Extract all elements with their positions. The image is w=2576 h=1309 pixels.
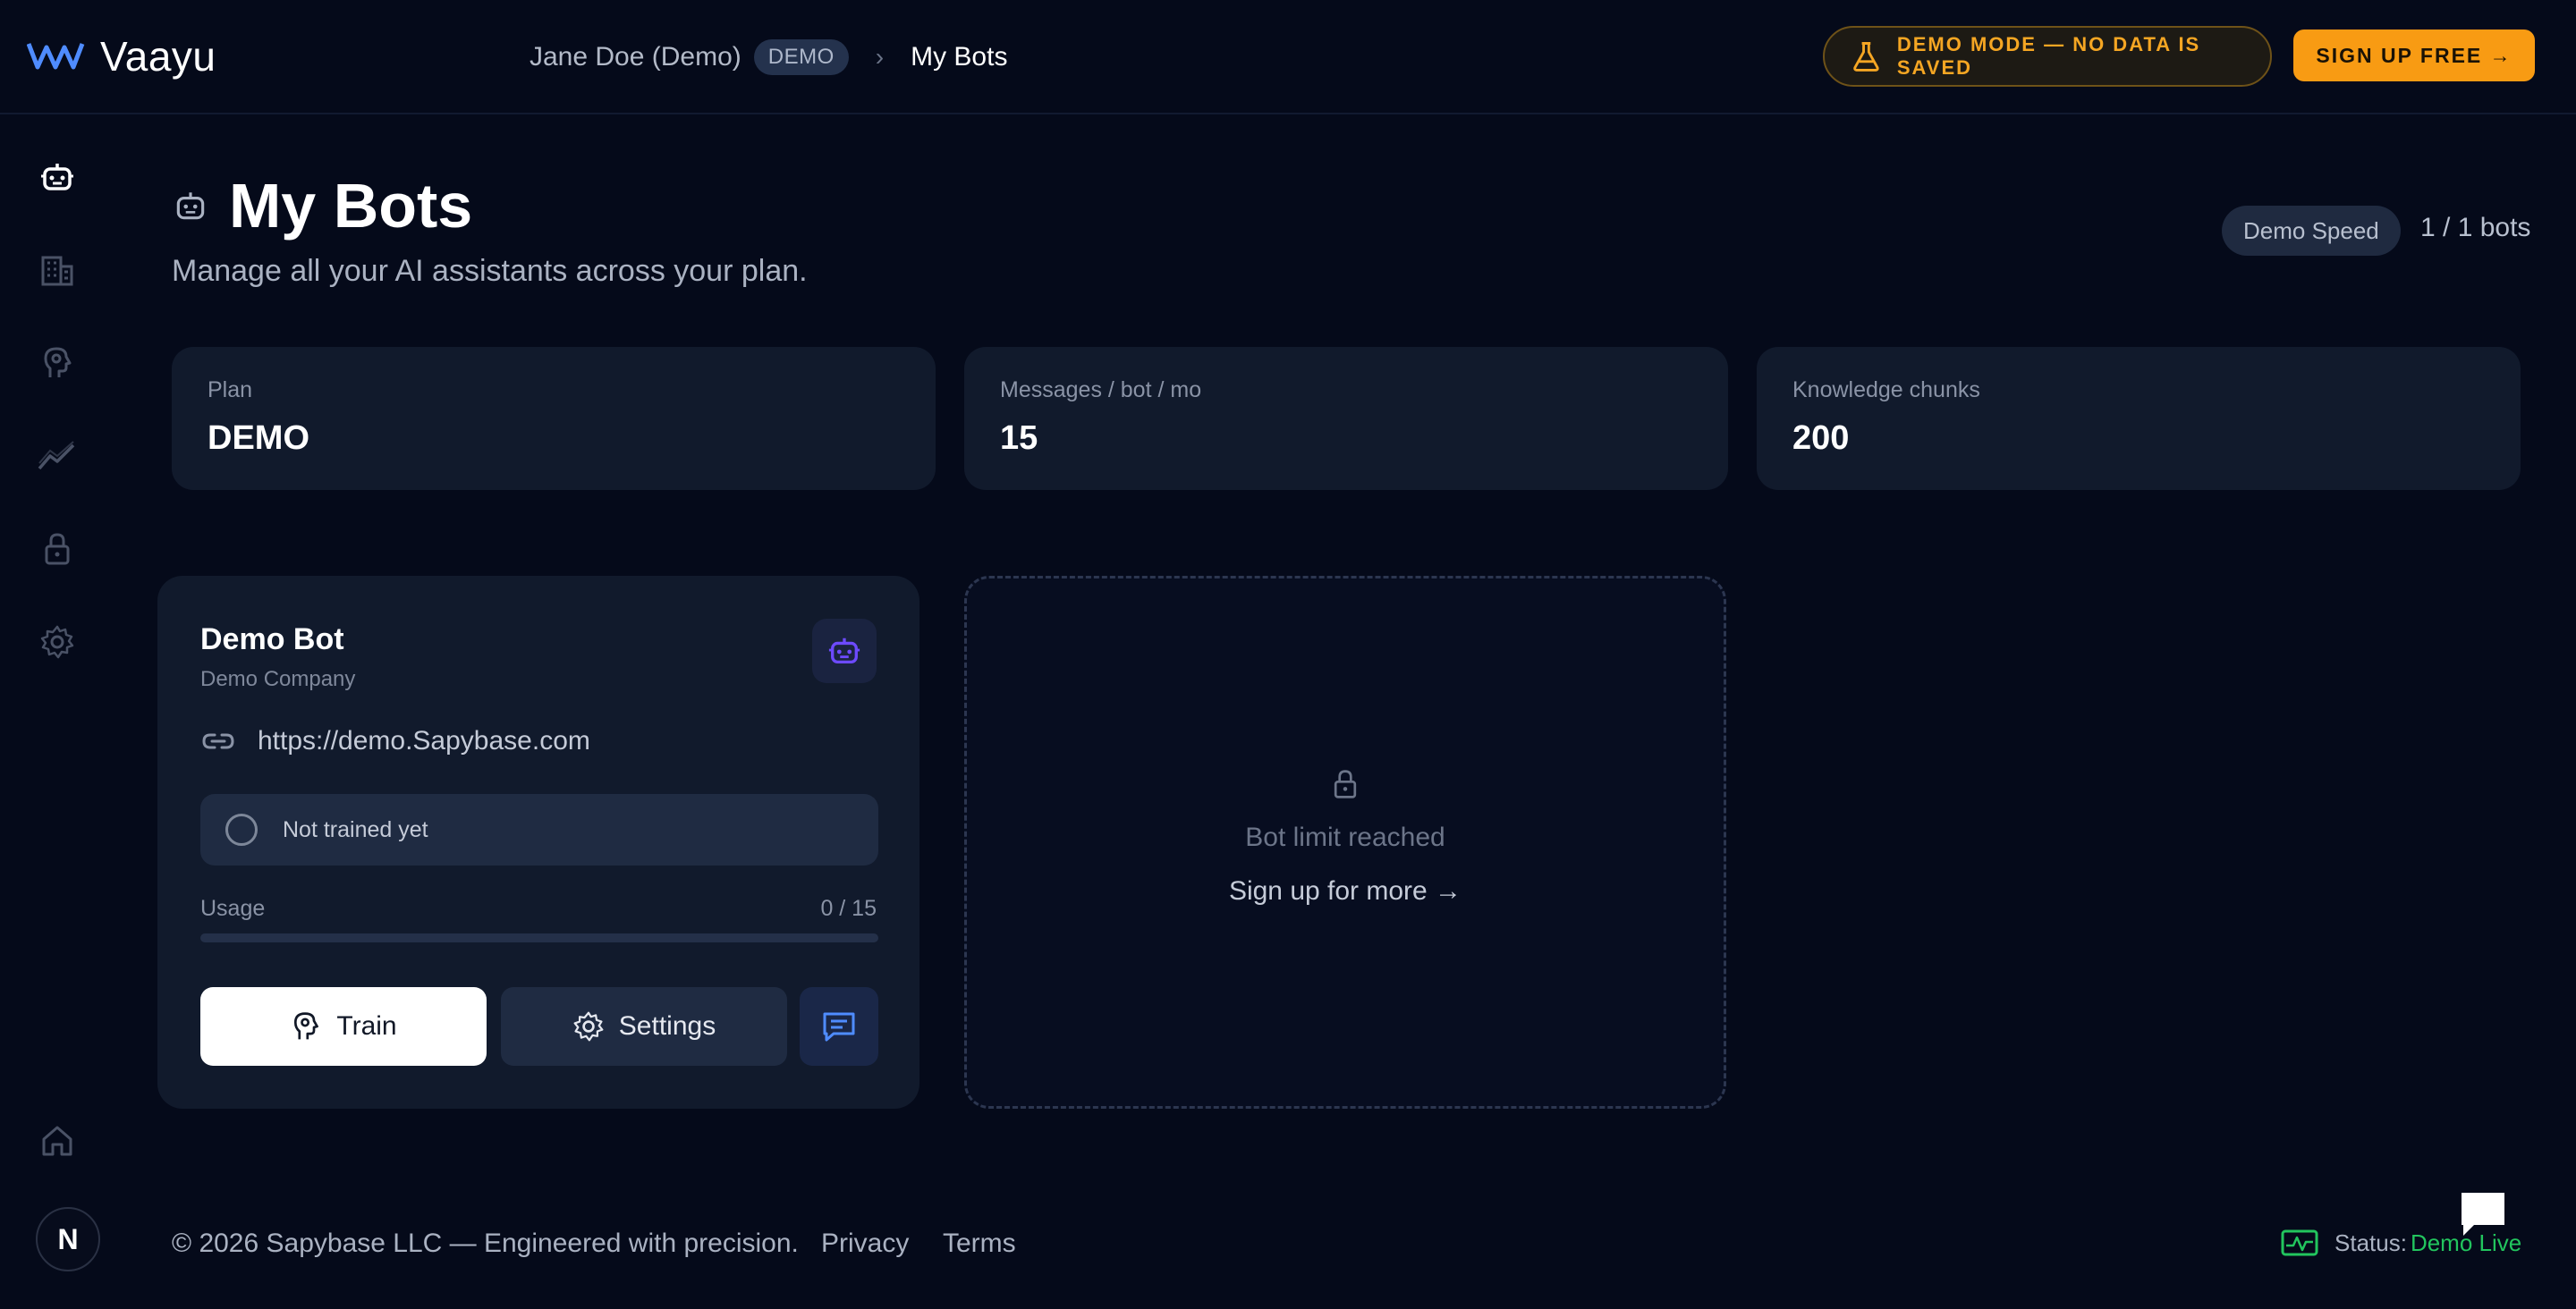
- sidebar-item-bots[interactable]: [36, 156, 79, 198]
- footer-copyright: © 2026 Sapybase LLC — Engineered with pr…: [172, 1229, 799, 1258]
- bot-count: 1 / 1 bots: [2420, 213, 2531, 242]
- bot-url[interactable]: https://demo.Sapybase.com: [258, 726, 590, 756]
- usage-label: Usage: [200, 896, 266, 921]
- train-button-label: Train: [336, 1011, 397, 1041]
- status-circle-icon: [225, 814, 258, 846]
- stat-card-messages: Messages / bot / mo 15: [964, 347, 1728, 490]
- stat-value: 200: [1792, 419, 1850, 457]
- analytics-icon: [38, 441, 75, 470]
- speed-badge: Demo Speed: [2222, 206, 2401, 256]
- usage-value: 0 / 15: [820, 896, 877, 921]
- sidebar: N: [0, 116, 116, 1309]
- bot-company: Demo Company: [200, 667, 356, 691]
- brain-icon: [44, 347, 72, 377]
- vaayu-logo-icon: [27, 43, 85, 70]
- home-icon: [42, 1126, 72, 1156]
- training-status-text: Not trained yet: [283, 816, 428, 842]
- avatar[interactable]: N: [36, 1207, 100, 1271]
- settings-button[interactable]: Settings: [501, 987, 787, 1066]
- chat-icon: [823, 1012, 855, 1042]
- link-icon: [202, 733, 234, 749]
- lock-icon: [1334, 770, 1357, 798]
- brand-name: Vaayu: [100, 33, 216, 80]
- terms-link[interactable]: Terms: [943, 1229, 1016, 1259]
- page-title: My Bots: [229, 171, 473, 241]
- robot-icon: [828, 638, 860, 664]
- breadcrumb: Jane Doe (Demo) DEMO › My Bots: [530, 36, 1007, 79]
- stat-label: Messages / bot / mo: [1000, 377, 1202, 402]
- sidebar-item-security[interactable]: [36, 528, 79, 570]
- training-status: Not trained yet: [200, 794, 878, 866]
- flask-icon: [1853, 42, 1879, 72]
- top-bar: Vaayu Jane Doe (Demo) DEMO › My Bots DEM…: [0, 0, 2576, 114]
- stat-card-plan: Plan DEMO: [172, 347, 936, 490]
- sidebar-item-home[interactable]: [36, 1119, 79, 1162]
- chat-button[interactable]: [800, 987, 878, 1066]
- signup-button[interactable]: SIGN UP FREE →: [2293, 30, 2535, 81]
- sidebar-item-analytics[interactable]: [36, 435, 79, 477]
- sidebar-item-training[interactable]: [36, 342, 79, 384]
- stat-value: DEMO: [208, 419, 309, 457]
- lock-icon: [45, 533, 70, 565]
- demo-mode-banner: DEMO MODE — NO DATA IS SAVED: [1823, 26, 2272, 87]
- bot-name: Demo Bot: [200, 622, 344, 656]
- bot-url-row: https://demo.Sapybase.com: [200, 726, 590, 756]
- sidebar-item-companies[interactable]: [36, 249, 79, 291]
- stat-value: 15: [1000, 419, 1038, 457]
- robot-icon: [41, 164, 73, 190]
- sidebar-item-settings[interactable]: [36, 621, 79, 663]
- building-icon: [41, 256, 73, 286]
- page-header: My Bots Manage all your AI assistants ac…: [172, 170, 808, 289]
- activity-icon: [2281, 1229, 2318, 1256]
- settings-button-label: Settings: [618, 1011, 716, 1041]
- demo-mode-text: DEMO MODE — NO DATA IS SAVED: [1896, 33, 2201, 79]
- brand-logo[interactable]: Vaayu: [27, 32, 216, 80]
- page-subtitle: Manage all your AI assistants across you…: [172, 254, 808, 288]
- bot-limit-card: Bot limit reached Sign up for more →: [964, 576, 1726, 1109]
- brain-icon: [294, 1012, 319, 1040]
- chat-bubble-icon: [2462, 1193, 2504, 1236]
- bot-card: Demo Bot Demo Company https://demo.Sapyb…: [157, 576, 919, 1109]
- bot-limit-text: Bot limit reached: [1245, 823, 1445, 852]
- gear-icon: [573, 1011, 604, 1042]
- privacy-link[interactable]: Privacy: [821, 1229, 909, 1259]
- chat-widget-button[interactable]: [2458, 1189, 2508, 1239]
- breadcrumb-current-page: My Bots: [911, 42, 1008, 72]
- stat-label: Plan: [208, 377, 253, 402]
- demo-badge: DEMO: [753, 39, 849, 75]
- bot-avatar: [812, 619, 877, 683]
- stat-card-knowledge: Knowledge chunks 200: [1757, 347, 2521, 490]
- usage-progress-bar: [200, 933, 878, 942]
- status-label: Status:: [2334, 1229, 2407, 1256]
- stat-label: Knowledge chunks: [1792, 377, 1980, 402]
- gear-icon: [40, 625, 74, 659]
- robot-icon: [176, 192, 205, 220]
- chevron-right-icon: ›: [875, 43, 885, 71]
- train-button[interactable]: Train: [200, 987, 487, 1066]
- signup-more-link[interactable]: Sign up for more →: [967, 876, 1724, 907]
- breadcrumb-user[interactable]: Jane Doe (Demo): [530, 42, 741, 72]
